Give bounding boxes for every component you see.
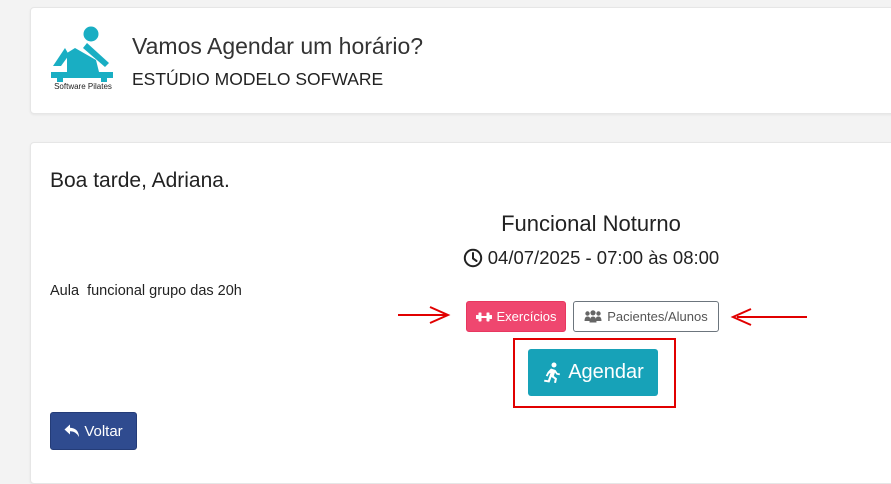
class-datetime: 04/07/2025 - 07:00 às 08:00 — [391, 247, 791, 269]
class-title: Funcional Noturno — [501, 211, 681, 236]
dumbbell-icon — [475, 312, 492, 321]
users-icon — [584, 310, 602, 323]
running-person-icon — [544, 362, 561, 383]
patients-button[interactable]: Pacientes/Alunos — [573, 301, 719, 332]
greeting-text: Boa tarde, Adriana. — [50, 169, 230, 192]
studio-name: ESTÚDIO MODELO SOFWARE — [132, 69, 384, 89]
schedule-button[interactable]: Agendar — [528, 349, 658, 396]
back-button[interactable]: Voltar — [50, 412, 137, 450]
logo-caption: Software Pilates — [54, 82, 112, 91]
annotation-arrow-right — [730, 308, 807, 326]
exercises-button-label: Exercícios — [496, 309, 557, 324]
pilates-logo-icon — [51, 26, 113, 82]
clock-icon — [463, 248, 482, 268]
class-description: Aula funcional grupo das 20h — [50, 283, 242, 299]
header-card: Software Pilates Vamos Agendar um horári… — [30, 7, 891, 114]
back-button-label: Voltar — [84, 422, 123, 440]
patients-button-label: Pacientes/Alunos — [607, 309, 708, 324]
annotation-arrow-left — [398, 306, 451, 324]
exercises-button[interactable]: Exercícios — [466, 301, 566, 332]
schedule-button-label: Agendar — [568, 361, 644, 383]
datetime-text: 04/07/2025 - 07:00 às 08:00 — [487, 247, 720, 268]
logo: Software Pilates — [51, 26, 115, 94]
reply-arrow-icon — [64, 424, 80, 437]
booking-card: Boa tarde, Adriana. Funcional Noturno 04… — [30, 142, 891, 484]
page-title: Vamos Agendar um horário? — [132, 33, 424, 59]
